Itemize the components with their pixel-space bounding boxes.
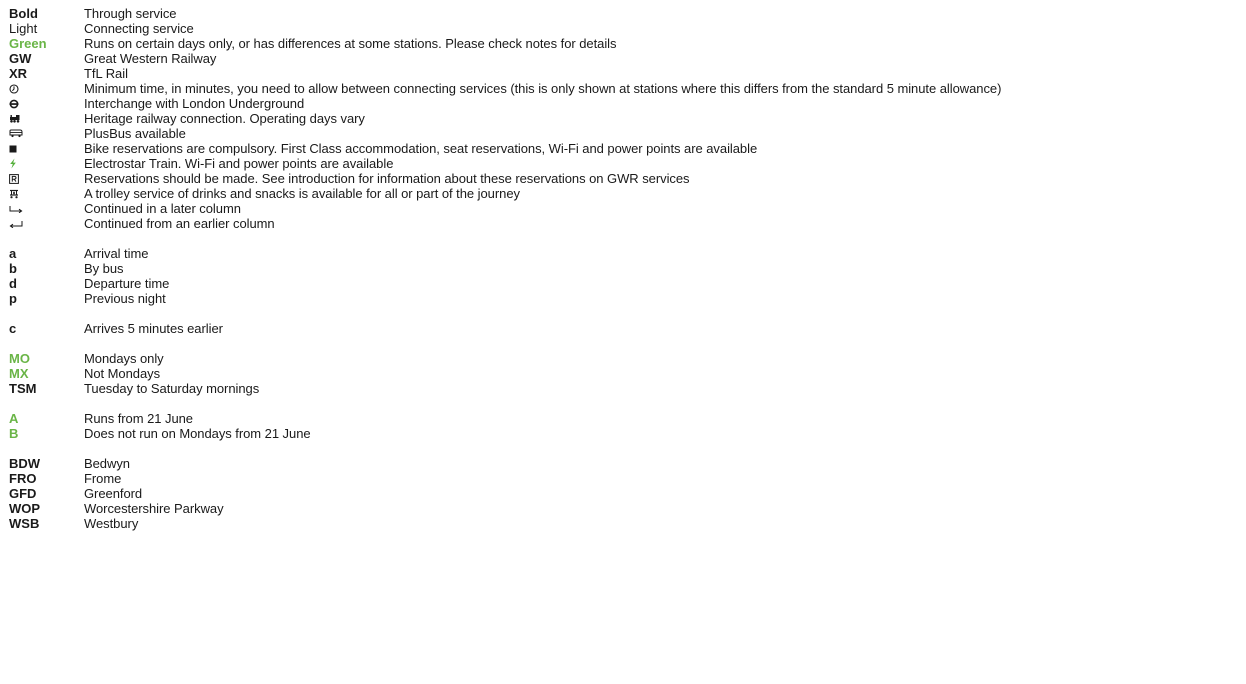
legend-key: TSM xyxy=(9,381,37,396)
legend-key: a xyxy=(9,246,17,261)
legend-dates-group: A Runs from 21 June B Does not run on Mo… xyxy=(9,411,1239,441)
legend-desc: Heritage railway connection. Operating d… xyxy=(84,111,365,126)
legend-desc: Runs on certain days only, or has differ… xyxy=(84,36,617,51)
legend-key: MO xyxy=(9,351,30,366)
clock-icon xyxy=(9,84,19,94)
legend-desc: Reservations should be made. See introdu… xyxy=(84,171,690,186)
legend-row-symbol: PlusBus available xyxy=(9,126,1239,141)
legend-styles-group: Bold Through service Light Connecting se… xyxy=(9,6,1239,81)
legend-row-letter: d Departure time xyxy=(9,276,1239,291)
legend-key: b xyxy=(9,261,17,276)
legend-desc: PlusBus available xyxy=(84,126,186,141)
continued-later-arrow-icon xyxy=(9,205,23,213)
legend-row-symbol: Continued from an earlier column xyxy=(9,216,1239,231)
legend-desc: Runs from 21 June xyxy=(84,411,193,426)
legend-row-symbol: Bike reservations are compulsory. First … xyxy=(9,141,1239,156)
legend-key: c xyxy=(9,321,17,336)
legend-desc: Through service xyxy=(84,6,177,21)
legend-row-bold: Bold Through service xyxy=(9,6,1239,21)
underground-icon xyxy=(9,99,19,109)
legend-key: WSB xyxy=(9,516,40,531)
legend-desc: By bus xyxy=(84,261,124,276)
legend-desc: Greenford xyxy=(84,486,143,501)
lightning-icon xyxy=(9,158,17,169)
legend-desc: Great Western Railway xyxy=(84,51,217,66)
legend-row-symbol: Minimum time, in minutes, you need to al… xyxy=(9,81,1239,96)
legend-desc: Mondays only xyxy=(84,351,164,366)
legend-row-date: A Runs from 21 June xyxy=(9,411,1239,426)
legend-key: FRO xyxy=(9,471,37,486)
legend-row-day: MO Mondays only xyxy=(9,351,1239,366)
legend-row-station: BDW Bedwyn xyxy=(9,456,1239,471)
reservation-r-icon xyxy=(9,173,19,184)
legend-desc: TfL Rail xyxy=(84,66,128,81)
heritage-railway-icon xyxy=(9,114,21,123)
legend-desc: Interchange with London Underground xyxy=(84,96,305,111)
legend-row-letter: a Arrival time xyxy=(9,246,1239,261)
legend-desc: Continued in a later column xyxy=(84,201,241,216)
legend-key: d xyxy=(9,276,17,291)
legend-row-light: Light Connecting service xyxy=(9,21,1239,36)
legend-row-xr: XR TfL Rail xyxy=(9,66,1239,81)
legend-desc: Not Mondays xyxy=(84,366,161,381)
legend-row-symbol: Electrostar Train. Wi-Fi and power point… xyxy=(9,156,1239,171)
legend-key: Light xyxy=(9,21,38,36)
legend-row-symbol: Continued in a later column xyxy=(9,201,1239,216)
black-square-icon xyxy=(9,145,17,153)
trolley-icon xyxy=(9,189,19,199)
legend-row-symbol: Interchange with London Underground xyxy=(9,96,1239,111)
legend-row-letter: b By bus xyxy=(9,261,1239,276)
legend-row-letter: p Previous night xyxy=(9,291,1239,306)
legend-desc: Arrival time xyxy=(84,246,149,261)
legend-desc: Minimum time, in minutes, you need to al… xyxy=(84,81,1002,96)
legend-row-symbol: A trolley service of drinks and snacks i… xyxy=(9,186,1239,201)
legend-key: BDW xyxy=(9,456,41,471)
legend-key: XR xyxy=(9,66,28,81)
legend-desc: Worcestershire Parkway xyxy=(84,501,224,516)
legend-desc: Westbury xyxy=(84,516,139,531)
legend-desc: Continued from an earlier column xyxy=(84,216,275,231)
legend-key: MX xyxy=(9,366,29,381)
legend-key: p xyxy=(9,291,17,306)
legend-key: Bold xyxy=(9,6,38,21)
legend-row-station: WOP Worcestershire Parkway xyxy=(9,501,1239,516)
legend-desc: Tuesday to Saturday mornings xyxy=(84,381,260,396)
legend-key: A xyxy=(9,411,19,426)
legend-desc: Previous night xyxy=(84,291,166,306)
legend-days-group: MO Mondays only MX Not Mondays TSM Tuesd… xyxy=(9,351,1239,396)
legend-desc: A trolley service of drinks and snacks i… xyxy=(84,186,520,201)
legend-key: GW xyxy=(9,51,32,66)
legend-row-station: WSB Westbury xyxy=(9,516,1239,531)
legend-desc: Bike reservations are compulsory. First … xyxy=(84,141,758,156)
legend-row-gw: GW Great Western Railway xyxy=(9,51,1239,66)
legend-desc: Connecting service xyxy=(84,21,194,36)
legend-key: B xyxy=(9,426,19,441)
legend-row-date: B Does not run on Mondays from 21 June xyxy=(9,426,1239,441)
legend-letters-group: a Arrival time b By bus d Departure time… xyxy=(9,246,1239,306)
legend-row-station: FRO Frome xyxy=(9,471,1239,486)
timetable-legend: Bold Through service Light Connecting se… xyxy=(9,6,1239,531)
continued-earlier-arrow-icon xyxy=(9,220,23,228)
legend-row-symbol: Heritage railway connection. Operating d… xyxy=(9,111,1239,126)
legend-notes-group: c Arrives 5 minutes earlier xyxy=(9,321,1239,336)
legend-key: Green xyxy=(9,36,47,51)
legend-desc: Frome xyxy=(84,471,122,486)
legend-row-station: GFD Greenford xyxy=(9,486,1239,501)
legend-key: GFD xyxy=(9,486,37,501)
legend-desc: Departure time xyxy=(84,276,170,291)
legend-desc: Electrostar Train. Wi-Fi and power point… xyxy=(84,156,394,171)
legend-row-note: c Arrives 5 minutes earlier xyxy=(9,321,1239,336)
legend-row-symbol: Reservations should be made. See introdu… xyxy=(9,171,1239,186)
legend-row-day: MX Not Mondays xyxy=(9,366,1239,381)
legend-desc: Does not run on Mondays from 21 June xyxy=(84,426,311,441)
legend-symbols-group: Minimum time, in minutes, you need to al… xyxy=(9,81,1239,231)
legend-desc: Bedwyn xyxy=(84,456,130,471)
legend-row-green: Green Runs on certain days only, or has … xyxy=(9,36,1239,51)
legend-key: WOP xyxy=(9,501,41,516)
legend-stations-group: BDW Bedwyn FRO Frome GFD Greenford WOP W… xyxy=(9,456,1239,531)
legend-desc: Arrives 5 minutes earlier xyxy=(84,321,223,336)
plusbus-icon xyxy=(9,129,23,138)
legend-row-day: TSM Tuesday to Saturday mornings xyxy=(9,381,1239,396)
